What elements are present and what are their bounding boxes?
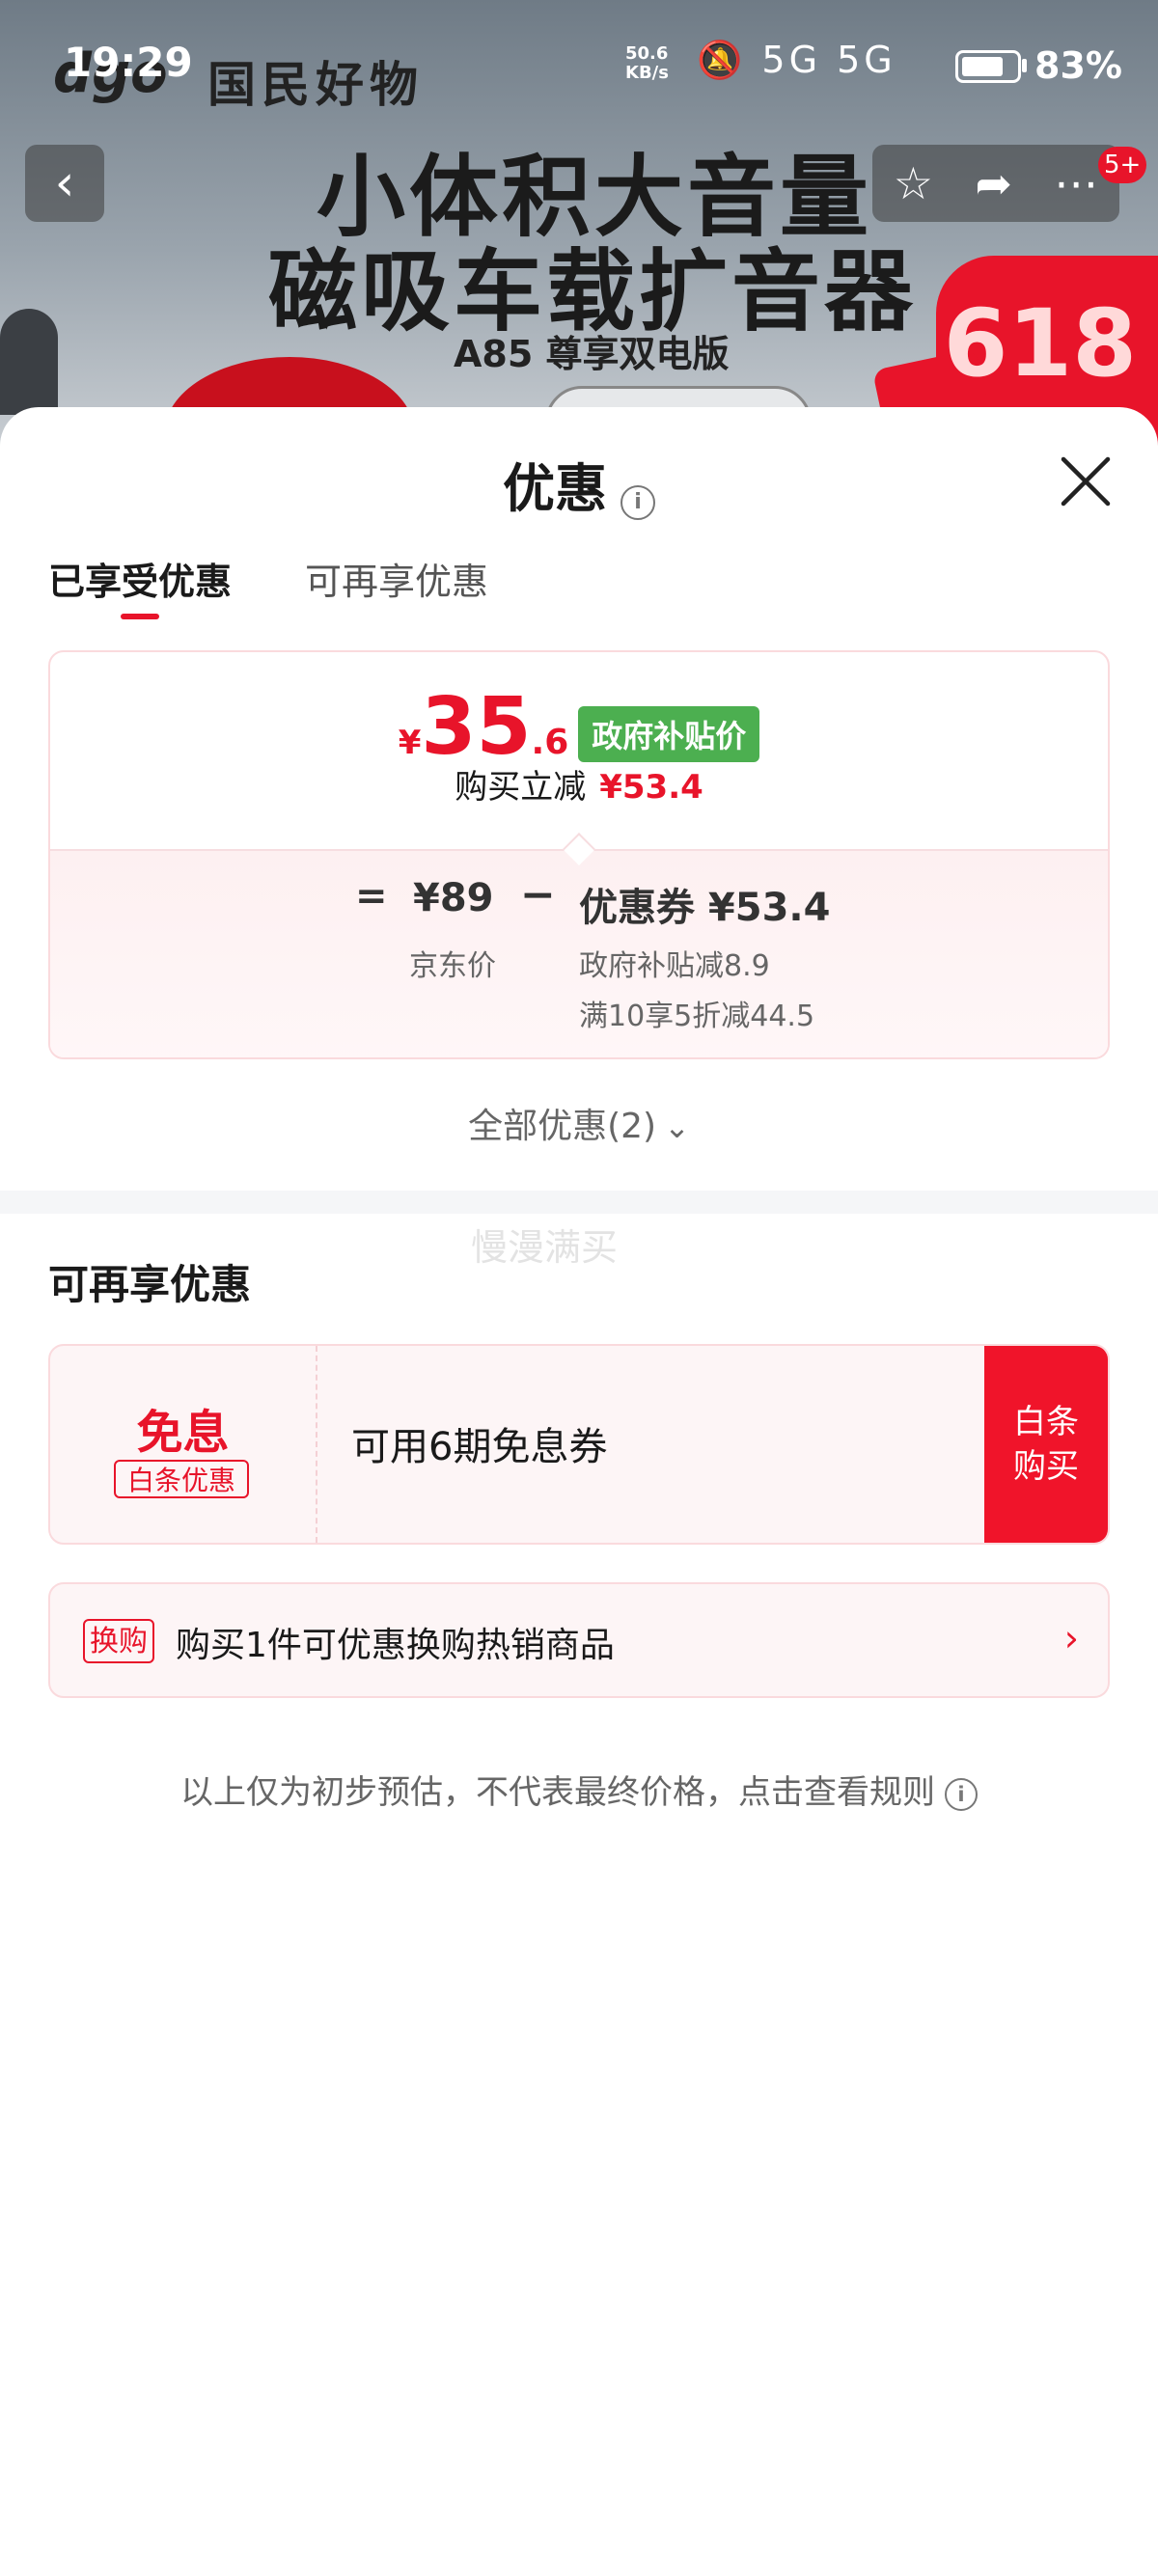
banner-model: A85 尊享双电版 [454, 333, 730, 375]
price-integer: 35 [421, 681, 532, 773]
watermark-text: 慢漫满买 [471, 1226, 619, 1269]
battery-level [962, 57, 1003, 76]
calc-equals: = [355, 874, 388, 918]
status-net-speed-unit: KB/s [625, 63, 669, 83]
coupon-total: 优惠券 ¥53.4 [579, 886, 831, 930]
sheet-title: 优惠 [503, 458, 607, 519]
disclaimer-link[interactable]: 以上仅为初步预估，不代表最终价格，点击查看规则 i [0, 1766, 1158, 1813]
status-net-speed-value: 50.6 [625, 43, 669, 64]
baitiao-buy-label: 白条 购买 [1013, 1403, 1079, 1486]
reduce-amount: ¥53.4 [599, 768, 703, 807]
top-action-bar: ☆ ➦ ⋯ [872, 145, 1119, 222]
chevron-left-icon: ‹ [54, 154, 75, 212]
banner-dog-image [0, 309, 58, 415]
all-discounts-toggle[interactable]: 全部优惠(2) ⌄ [0, 1098, 1158, 1148]
status-bar: 19:29 50.6 KB/s 🔕 5G 5G 83% [0, 0, 1158, 125]
interest-free-description: 可用6期免息券 [351, 1425, 608, 1469]
price-decimal: .6 [531, 723, 569, 762]
final-price: ¥35.6 政府补贴价 [50, 681, 1108, 773]
interest-free-title: 免息 [136, 1406, 230, 1460]
sheet-header: 优惠 i [0, 446, 1158, 520]
section-divider [0, 1191, 1158, 1214]
jd-price-label: 京东价 [409, 949, 496, 983]
share-icon[interactable]: ➦ [975, 157, 1012, 209]
battery-icon [955, 50, 1021, 83]
more-icon[interactable]: ⋯ [1054, 157, 1098, 209]
disclaimer-text: 以上仅为初步预估，不代表最终价格，点击查看规则 [180, 1773, 935, 1812]
tab-more[interactable]: 可再享优惠 [305, 552, 488, 605]
chevron-down-icon: ⌄ [664, 1109, 690, 1145]
notification-badge: 5+ [1098, 147, 1147, 183]
info-icon: i [945, 1777, 978, 1811]
all-discounts-label: 全部优惠(2) [468, 1107, 657, 1146]
info-icon[interactable]: i [620, 484, 655, 520]
star-icon[interactable]: ☆ [894, 157, 933, 209]
coupon-detail-half: 满10享5折减44.5 [579, 1000, 815, 1033]
jd-price: ¥89 [413, 876, 494, 920]
back-button[interactable]: ‹ [25, 145, 104, 222]
tab-enjoyed[interactable]: 已享受优惠 [48, 552, 232, 605]
status-battery-percent: 83% [1034, 44, 1122, 87]
banner-promo-text: 618 [943, 289, 1137, 397]
exchange-text: 购买1件可优惠换购热销商品 [176, 1626, 615, 1665]
battery-cap [1022, 59, 1027, 72]
exchange-tag: 换购 [83, 1619, 154, 1663]
price-breakdown-card: ¥35.6 政府补贴价 购买立减 ¥53.4 = ¥89 京东价 − 优惠券 ¥53… [48, 650, 1110, 1059]
status-signal-icons: 🔕 5G 5G [697, 39, 896, 81]
more-discounts-title: 可再享优惠 [48, 1261, 252, 1308]
close-icon[interactable] [1056, 452, 1116, 511]
interest-free-card: 免息 白条优惠 可用6期免息券 白条 购买 [48, 1344, 1110, 1545]
calc-minus: − [520, 870, 556, 919]
status-net-speed: 50.6 KB/s [625, 44, 669, 83]
coupon-detail-gov: 政府补贴减8.9 [579, 949, 770, 983]
tab-active-indicator [121, 614, 159, 619]
instant-reduction: 购买立减 ¥53.4 [50, 760, 1108, 808]
price-currency: ¥ [398, 724, 422, 762]
status-time: 19:29 [64, 39, 193, 86]
baitiao-buy-button[interactable]: 白条 购买 [984, 1346, 1108, 1543]
exchange-offer-row[interactable]: 换购 购买1件可优惠换购热销商品 › [48, 1582, 1110, 1698]
chevron-right-icon: › [1063, 1617, 1079, 1659]
gov-subsidy-badge: 政府补贴价 [578, 706, 760, 762]
reduce-label: 购买立减 [455, 768, 587, 807]
baitiao-tag: 白条优惠 [114, 1460, 249, 1498]
